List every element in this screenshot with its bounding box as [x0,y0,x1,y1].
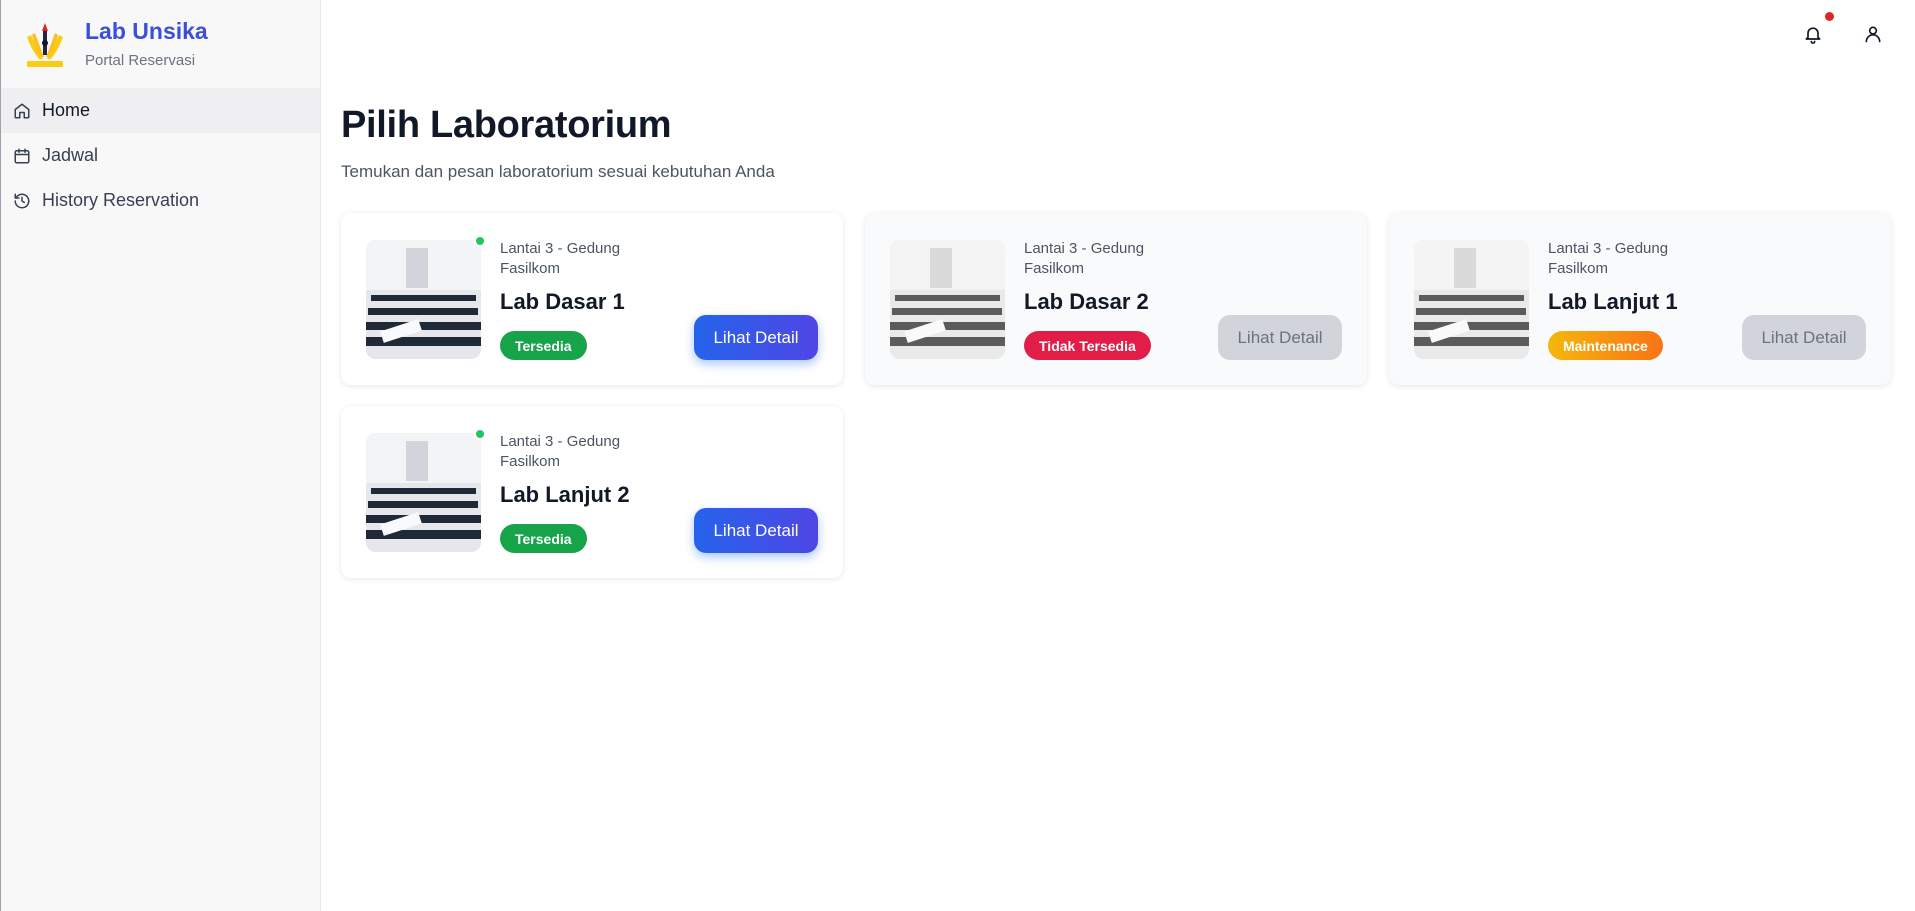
user-icon [1865,26,1881,43]
sidebar-item-history[interactable]: History Reservation [1,178,320,223]
calendar-icon [13,147,31,165]
page-subtitle: Temukan dan pesan laboratorium sesuai ke… [341,162,775,181]
lab-name: Lab Dasar 1 [500,289,625,314]
lab-location: Lantai 3 - Gedung Fasilkom [1548,240,1669,277]
sidebar-item-label: History Reservation [42,190,200,210]
view-detail-button[interactable]: Lihat Detail [1218,315,1342,360]
online-indicator [474,428,486,440]
lab-card: Lantai 3 - Gedung Fasilkom Lab Lanjut 2 … [341,406,843,578]
profile-button[interactable] [1861,22,1885,46]
sidebar-nav: Home Jadwal History Reservation [1,88,320,223]
sidebar-item-home[interactable]: Home [1,88,320,133]
page-title: Pilih Laboratorium [341,104,672,146]
bell-icon [1805,27,1821,44]
lab-name: Lab Lanjut 2 [500,482,630,507]
lab-location: Lantai 3 - Gedung Fasilkom [1024,240,1145,277]
view-detail-button[interactable]: Lihat Detail [694,508,818,553]
sidebar-item-jadwal[interactable]: Jadwal [1,133,320,178]
view-detail-button[interactable]: Lihat Detail [1742,315,1866,360]
topbar [1801,12,1885,46]
app-window: Lab Unsika Portal Reservasi Home Jadwal [0,0,1915,911]
status-badge: Tersedia [500,331,587,360]
lab-card: Lantai 3 - Gedung Fasilkom Lab Dasar 2 T… [865,213,1367,385]
lab-photo [890,240,1005,359]
online-indicator [474,235,486,247]
app-subtitle: Portal Reservasi [85,52,196,70]
lab-photo [366,240,481,359]
lab-name: Lab Lanjut 1 [1548,289,1678,314]
lab-card: Lantai 3 - Gedung Fasilkom Lab Lanjut 1 … [1389,213,1891,385]
sidebar-item-label: Jadwal [42,145,99,165]
lab-location: Lantai 3 - Gedung Fasilkom [500,433,621,470]
notification-button[interactable] [1801,12,1834,46]
notification-badge [1825,12,1834,21]
lab-grid: Lantai 3 - Gedung Fasilkom Lab Dasar 1 T… [341,213,1891,578]
lab-card: Lantai 3 - Gedung Fasilkom Lab Dasar 1 T… [341,213,843,385]
unsika-logo [27,23,63,67]
status-badge: Maintenance [1548,331,1663,360]
view-detail-button[interactable]: Lihat Detail [694,315,818,360]
status-badge: Tidak Tersedia [1024,331,1151,360]
lab-photo [1414,240,1529,359]
status-badge: Tersedia [500,524,587,553]
history-icon [13,192,31,210]
lab-location: Lantai 3 - Gedung Fasilkom [500,240,621,277]
brand[interactable]: Lab Unsika Portal Reservasi [1,0,320,88]
home-icon [13,102,31,120]
lab-photo [366,433,481,552]
sidebar-item-label: Home [42,100,91,120]
app-title: Lab Unsika [85,17,208,44]
sidebar: Lab Unsika Portal Reservasi Home Jadwal [1,0,321,911]
lab-name: Lab Dasar 2 [1024,289,1149,314]
main-content: Pilih Laboratorium Temukan dan pesan lab… [321,0,1915,911]
